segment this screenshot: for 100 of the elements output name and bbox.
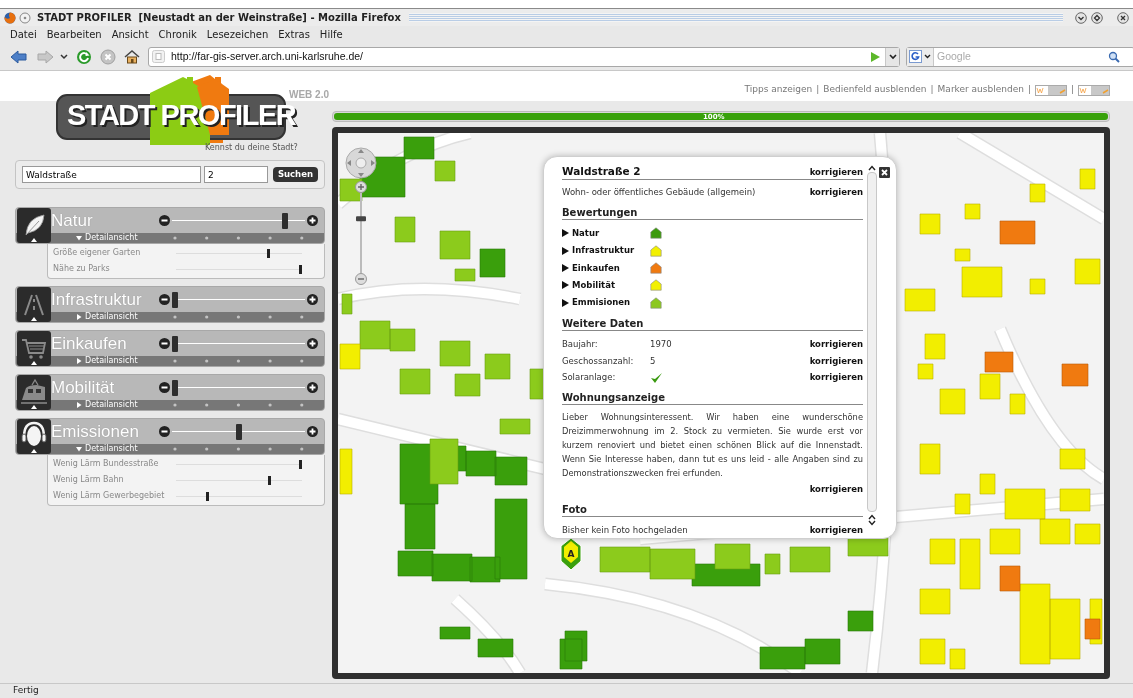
search-button[interactable]: Suchen [272, 167, 318, 182]
plus-button[interactable] [307, 382, 318, 393]
map-marker[interactable]: A [560, 537, 582, 571]
rating-label[interactable]: Infrastruktur [572, 244, 650, 258]
minus-button[interactable] [159, 426, 170, 437]
house-icon [650, 262, 662, 275]
url-field[interactable]: http://far-gis-server.arch.uni-karlsruhe.de/ [148, 46, 900, 67]
close-button[interactable] [1117, 11, 1129, 24]
number-field[interactable]: 2 [203, 166, 268, 183]
category-name: Natur [51, 212, 94, 229]
correct-link[interactable]: korrigieren [809, 354, 863, 368]
train-icon [17, 375, 51, 410]
window-title: STADT PROFILER [Neustadt an der Weinstraße] - Mozilla Firefox [37, 11, 401, 25]
rating-label[interactable]: Emmisionen [572, 296, 650, 310]
caret-icon [888, 53, 897, 60]
caret-icon [76, 235, 82, 241]
slider-thumb[interactable] [299, 264, 302, 274]
menu-item[interactable]: Ansicht [109, 27, 151, 42]
detail-toggle[interactable]: Detailansicht [76, 357, 138, 365]
detail-label: Wenig Lärm Bundesstraße [52, 458, 160, 470]
link-separator: | [1027, 83, 1031, 97]
ad-text: Lieber Wohnungsinteressent. Wir haben eine wunderschöne Dreizimmerwohnung im 2. Stock zu vermieten. Sie wurde erst vor kurzem renoviert und bietet einen schönen Blick auf die Innenstadt. Wenn Sie Interesse haben, dann tut es uns leid - alle Angaben sind zu Demonstrationszwecken frei erfunden. [562, 411, 863, 481]
link-separator: | [816, 83, 820, 97]
house-icon [650, 279, 662, 292]
correct-link[interactable]: korrigieren [809, 185, 863, 199]
dropdown-button[interactable] [885, 47, 899, 66]
slider-thumb[interactable] [268, 475, 272, 485]
back-button[interactable] [10, 48, 28, 65]
detail-toggle[interactable]: Detailansicht [76, 401, 138, 409]
menu-item[interactable]: Chronik [156, 27, 199, 42]
correct-link[interactable]: korrigieren [809, 338, 863, 351]
search-input[interactable]: Google [937, 48, 1108, 65]
slider-thumb[interactable] [267, 248, 270, 258]
data-label: Geschossanzahl: [562, 354, 635, 368]
rating-label[interactable]: Mobilität [572, 279, 650, 292]
correct-link[interactable]: korrigieren [809, 165, 863, 179]
maximize-button[interactable] [1091, 11, 1103, 24]
browser-logo-icon [4, 11, 16, 24]
rating-label[interactable]: Natur [572, 227, 650, 240]
menu-item[interactable]: Lesezeichen [204, 27, 271, 42]
section-heading: Weitere Daten [562, 317, 863, 332]
page-link[interactable]: Marker ausblenden [937, 83, 1024, 97]
category-name: Emissionen [51, 423, 140, 440]
slider-thumb[interactable] [172, 291, 178, 308]
circle-icon[interactable] [19, 11, 31, 24]
detail-toggle[interactable]: Detailansicht [76, 313, 138, 321]
reload-button[interactable] [76, 48, 92, 65]
house-icon [650, 227, 662, 240]
caret-icon [924, 54, 931, 59]
plus-button[interactable] [307, 215, 318, 226]
data-value: 1970 [650, 338, 672, 351]
scroll-down-icon[interactable] [868, 520, 876, 526]
minimize-button[interactable] [1075, 11, 1087, 24]
minus-button[interactable] [159, 382, 170, 393]
slider-thumb[interactable] [282, 212, 289, 229]
minus-button[interactable] [159, 338, 170, 349]
detail-label: Wenig Lärm Gewerbegebiet [52, 490, 166, 502]
slider-thumb[interactable] [299, 459, 302, 469]
search-engine-button[interactable] [907, 47, 934, 66]
detail-toggle[interactable]: Detailansicht [76, 445, 138, 453]
menu-item[interactable]: Datei [8, 27, 39, 42]
slider-thumb[interactable] [235, 423, 242, 440]
plus-button[interactable] [307, 294, 318, 305]
search-field[interactable]: Google [906, 46, 1133, 67]
street-field[interactable]: Waldstraße [22, 166, 201, 183]
menu-item[interactable]: Extras [276, 27, 312, 42]
link-separator: | [1070, 83, 1074, 97]
slider-thumb[interactable] [172, 335, 178, 352]
correct-link[interactable]: korrigieren [809, 523, 863, 537]
close-button[interactable] [879, 167, 890, 178]
home-button[interactable] [124, 48, 140, 65]
page-link[interactable]: Bedienfeld ausblenden [823, 83, 927, 97]
plus-button[interactable] [307, 338, 318, 349]
rating-label[interactable]: Einkaufen [572, 261, 650, 275]
detail-toggle[interactable]: Detailansicht [76, 234, 138, 242]
plus-button[interactable] [307, 426, 318, 437]
minus-button[interactable] [159, 215, 170, 226]
section-heading: Bewertungen [562, 205, 863, 220]
correct-link[interactable]: korrigieren [809, 482, 863, 496]
slider-thumb[interactable] [205, 491, 209, 501]
menu-item[interactable]: Hilfe [317, 27, 345, 42]
scroll-up-icon[interactable] [868, 514, 876, 520]
page-link[interactable]: Tipps anzeigen [744, 83, 813, 97]
link-separator: | [930, 83, 934, 97]
history-dropdown-icon[interactable] [60, 53, 68, 60]
version-label: WEB 2.0 [289, 90, 329, 100]
scroll-up-icon[interactable] [868, 165, 876, 171]
correct-link[interactable]: korrigieren [809, 371, 863, 384]
menu-item[interactable]: Bearbeiten [44, 27, 104, 42]
section-heading: Wohnungsanzeige [562, 391, 863, 406]
zoom-slider[interactable] [355, 181, 367, 285]
detail-label: Nähe zu Parks [52, 263, 111, 275]
search-icon[interactable] [1108, 50, 1120, 63]
pan-control[interactable] [343, 147, 379, 179]
cart-icon [17, 331, 51, 366]
section-heading: Foto [562, 503, 863, 518]
photo-status: Bisher kein Foto hochgeladen [562, 523, 688, 537]
minus-button[interactable] [159, 294, 170, 305]
caret-icon [76, 446, 82, 452]
slider-thumb[interactable] [172, 379, 178, 396]
